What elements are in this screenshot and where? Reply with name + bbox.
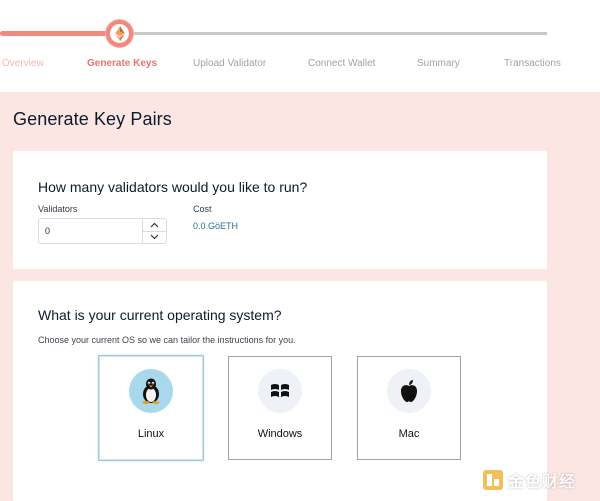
stepper-progress-fill — [0, 31, 108, 36]
step-generate-keys[interactable]: Generate Keys — [87, 58, 157, 69]
decrement-button[interactable] — [143, 230, 166, 244]
validators-stepper[interactable]: 0 — [38, 218, 167, 244]
os-icon-circle — [129, 369, 173, 413]
chevron-down-icon — [150, 234, 159, 240]
cost-value: 0.0 GöETH — [193, 221, 239, 231]
validators-label: Validators — [38, 204, 78, 214]
step-upload-validator[interactable]: Upload Validator — [193, 58, 266, 69]
step-overview[interactable]: Overview — [2, 58, 44, 69]
watermark-logo-icon — [483, 470, 503, 490]
os-option-mac[interactable]: Mac — [357, 356, 461, 460]
step-transactions[interactable]: Transactions — [504, 58, 561, 69]
os-label-mac: Mac — [398, 428, 420, 440]
windows-icon — [271, 384, 289, 397]
os-icon-circle — [387, 369, 431, 413]
validators-heading: How many validators would you like to ru… — [38, 179, 308, 195]
validators-input[interactable]: 0 — [39, 219, 142, 243]
os-label-windows: Windows — [257, 428, 303, 440]
os-option-linux[interactable]: Linux — [99, 356, 203, 460]
os-subtext: Choose your current OS so we can tailor … — [38, 335, 296, 345]
watermark: 金色财经 — [482, 467, 576, 493]
increment-button[interactable] — [143, 219, 166, 231]
active-step-indicator — [106, 20, 133, 47]
chevron-up-icon — [150, 222, 159, 228]
validators-card: How many validators would you like to ru… — [13, 151, 547, 269]
os-option-windows[interactable]: Windows — [228, 356, 332, 460]
cost-label: Cost — [193, 204, 212, 214]
linux-tux-icon — [142, 378, 160, 404]
ethereum-icon — [114, 26, 125, 41]
os-icon-circle — [258, 369, 302, 413]
page-title: Generate Key Pairs — [13, 109, 172, 129]
os-label-linux: Linux — [137, 428, 165, 440]
os-card: What is your current operating system? C… — [13, 281, 547, 501]
main-content: Generate Key Pairs How many validators w… — [0, 92, 600, 501]
apple-icon — [401, 380, 417, 402]
step-connect-wallet[interactable]: Connect Wallet — [308, 58, 375, 69]
step-summary[interactable]: Summary — [417, 58, 460, 69]
os-heading: What is your current operating system? — [38, 307, 282, 323]
launchpad-stepper: Overview Generate Keys Upload Validator … — [0, 0, 600, 92]
validators-spin-buttons — [142, 219, 166, 243]
watermark-text: 金色财经 — [508, 474, 577, 491]
